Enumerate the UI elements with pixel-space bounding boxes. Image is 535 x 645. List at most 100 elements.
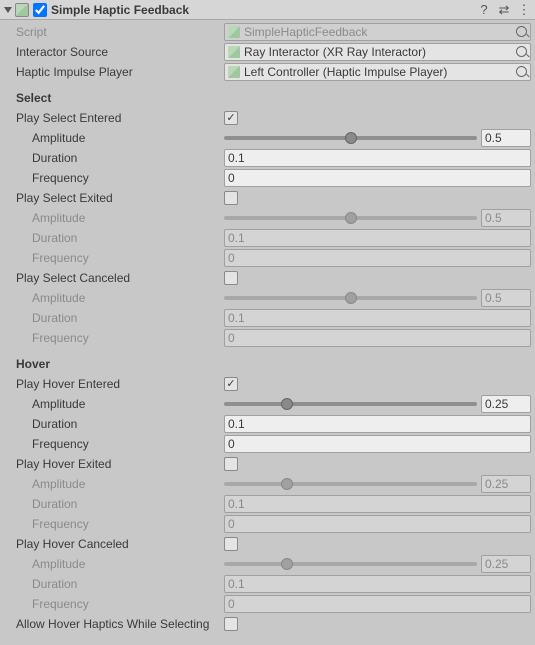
play-select-entered-duration-input[interactable]: 0.1	[224, 149, 531, 167]
play-select-exited-frequency-input: 0	[224, 249, 531, 267]
play-select-exited-frequency-row: Frequency 0	[0, 248, 535, 268]
duration-label: Duration	[32, 417, 224, 431]
component-icon	[15, 3, 29, 17]
component-enable-checkbox[interactable]	[33, 3, 47, 17]
help-icon[interactable]: ?	[477, 2, 491, 18]
play-select-exited-row: Play Select Exited	[0, 188, 535, 208]
play-hover-entered-duration-input[interactable]: 0.1	[224, 415, 531, 433]
play-hover-entered-label: Play Hover Entered	[16, 377, 224, 391]
duration-label: Duration	[32, 577, 224, 591]
frequency-label: Frequency	[32, 597, 224, 611]
amplitude-label: Amplitude	[32, 477, 224, 491]
haptic-player-label: Haptic Impulse Player	[16, 65, 224, 79]
play-select-entered-duration-row: Duration 0.1	[0, 148, 535, 168]
play-select-canceled-duration-input: 0.1	[224, 309, 531, 327]
amplitude-label: Amplitude	[32, 211, 224, 225]
play-hover-canceled-frequency-row: Frequency 0	[0, 594, 535, 614]
play-hover-canceled-amplitude-row: Amplitude 0.25	[0, 554, 535, 574]
play-select-canceled-label: Play Select Canceled	[16, 271, 224, 285]
play-hover-exited-amplitude-row: Amplitude 0.25	[0, 474, 535, 494]
script-value: SimpleHapticFeedback	[244, 25, 367, 39]
play-hover-exited-checkbox[interactable]	[224, 457, 238, 471]
amplitude-label: Amplitude	[32, 291, 224, 305]
play-select-canceled-frequency-row: Frequency 0	[0, 328, 535, 348]
play-hover-entered-frequency-input[interactable]: 0	[224, 435, 531, 453]
interactor-source-row: Interactor Source Ray Interactor (XR Ray…	[0, 42, 535, 62]
play-hover-exited-row: Play Hover Exited	[0, 454, 535, 474]
play-hover-exited-duration-input: 0.1	[224, 495, 531, 513]
play-hover-entered-checkbox[interactable]	[224, 377, 238, 391]
select-title: Select	[16, 91, 51, 105]
play-select-entered-amplitude-slider[interactable]	[224, 136, 477, 140]
presets-icon[interactable]: ⇄	[497, 2, 511, 18]
haptic-player-value: Left Controller (Haptic Impulse Player)	[244, 65, 447, 79]
object-mini-icon	[228, 66, 240, 78]
play-select-entered-frequency-input[interactable]: 0	[224, 169, 531, 187]
frequency-label: Frequency	[32, 251, 224, 265]
play-hover-canceled-duration-row: Duration 0.1	[0, 574, 535, 594]
play-select-canceled-amplitude-input: 0.5	[481, 289, 531, 307]
play-select-entered-row: Play Select Entered	[0, 108, 535, 128]
object-picker-icon	[516, 26, 527, 37]
frequency-label: Frequency	[32, 517, 224, 531]
play-hover-entered-amplitude-input[interactable]: 0.25	[481, 395, 531, 413]
frequency-label: Frequency	[32, 437, 224, 451]
interactor-source-field[interactable]: Ray Interactor (XR Ray Interactor)	[224, 43, 531, 61]
play-select-exited-amplitude-row: Amplitude 0.5	[0, 208, 535, 228]
play-select-exited-duration-input: 0.1	[224, 229, 531, 247]
duration-label: Duration	[32, 311, 224, 325]
haptic-player-row: Haptic Impulse Player Left Controller (H…	[0, 62, 535, 82]
component-header: Simple Haptic Feedback ? ⇄ ⋮	[0, 0, 535, 20]
play-select-exited-amplitude-slider	[224, 216, 477, 220]
object-picker-icon[interactable]	[516, 46, 527, 57]
play-select-entered-amplitude-input[interactable]: 0.5	[481, 129, 531, 147]
object-picker-icon[interactable]	[516, 66, 527, 77]
foldout-toggle[interactable]	[4, 7, 12, 13]
slider-thumb-icon[interactable]	[345, 132, 357, 144]
slider-thumb-icon	[281, 478, 293, 490]
frequency-label: Frequency	[32, 171, 224, 185]
play-hover-entered-amplitude-row: Amplitude 0.25	[0, 394, 535, 414]
play-hover-exited-duration-row: Duration 0.1	[0, 494, 535, 514]
script-row: Script SimpleHapticFeedback	[0, 22, 535, 42]
interactor-source-value: Ray Interactor (XR Ray Interactor)	[244, 45, 426, 59]
play-hover-entered-row: Play Hover Entered	[0, 374, 535, 394]
play-hover-canceled-frequency-input: 0	[224, 595, 531, 613]
component-body: Script SimpleHapticFeedback Interactor S…	[0, 20, 535, 638]
slider-thumb-icon	[281, 558, 293, 570]
play-hover-canceled-checkbox[interactable]	[224, 537, 238, 551]
amplitude-label: Amplitude	[32, 131, 224, 145]
script-field: SimpleHapticFeedback	[224, 23, 531, 41]
play-hover-entered-amplitude-slider[interactable]	[224, 402, 477, 406]
select-section: Select	[0, 88, 535, 108]
hover-section: Hover	[0, 354, 535, 374]
slider-thumb-icon[interactable]	[281, 398, 293, 410]
play-select-exited-checkbox[interactable]	[224, 191, 238, 205]
object-mini-icon	[228, 46, 240, 58]
play-select-entered-amplitude-row: Amplitude 0.5	[0, 128, 535, 148]
allow-hover-haptics-checkbox[interactable]	[224, 617, 238, 631]
amplitude-label: Amplitude	[32, 397, 224, 411]
slider-thumb-icon	[345, 212, 357, 224]
play-select-canceled-frequency-input: 0	[224, 329, 531, 347]
play-select-canceled-duration-row: Duration 0.1	[0, 308, 535, 328]
menu-icon[interactable]: ⋮	[517, 2, 531, 18]
play-select-canceled-checkbox[interactable]	[224, 271, 238, 285]
play-select-entered-checkbox[interactable]	[224, 111, 238, 125]
play-hover-entered-frequency-row: Frequency 0	[0, 434, 535, 454]
play-select-canceled-amplitude-row: Amplitude 0.5	[0, 288, 535, 308]
play-select-canceled-amplitude-slider	[224, 296, 477, 300]
play-select-exited-label: Play Select Exited	[16, 191, 224, 205]
component-title: Simple Haptic Feedback	[51, 3, 477, 17]
play-hover-canceled-row: Play Hover Canceled	[0, 534, 535, 554]
play-hover-entered-duration-row: Duration 0.1	[0, 414, 535, 434]
play-select-exited-amplitude-input: 0.5	[481, 209, 531, 227]
haptic-player-field[interactable]: Left Controller (Haptic Impulse Player)	[224, 63, 531, 81]
frequency-label: Frequency	[32, 331, 224, 345]
duration-label: Duration	[32, 231, 224, 245]
hover-title: Hover	[16, 357, 50, 371]
play-select-entered-label: Play Select Entered	[16, 111, 224, 125]
allow-hover-haptics-label: Allow Hover Haptics While Selecting	[16, 617, 224, 631]
slider-thumb-icon	[345, 292, 357, 304]
play-hover-exited-label: Play Hover Exited	[16, 457, 224, 471]
